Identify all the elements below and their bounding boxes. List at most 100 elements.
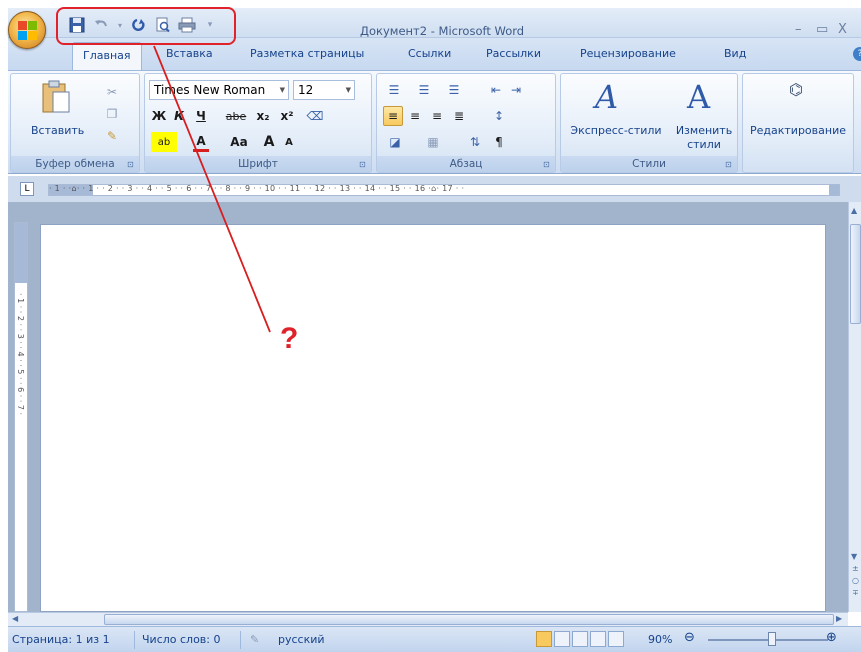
change-styles-button-line2: стили (687, 138, 721, 151)
zoom-slider-handle[interactable] (768, 632, 776, 646)
tab-page-layout[interactable]: Разметка страницы (250, 47, 364, 60)
zoom-out-icon[interactable]: ⊖ (684, 630, 695, 645)
tab-review[interactable]: Рецензирование (580, 47, 676, 60)
word-count[interactable]: Число слов: 0 (142, 633, 221, 646)
italic-button[interactable]: К (171, 106, 187, 126)
view-buttons (536, 631, 624, 647)
align-right-icon[interactable]: ≡ (427, 106, 447, 126)
tab-insert[interactable]: Вставка (166, 47, 213, 60)
scroll-up-icon[interactable]: ▲ (851, 206, 857, 215)
bullets-icon[interactable]: ☰ (383, 80, 405, 100)
group-font: Times New Roman ▼ 12 ▼ Ж К Ч abe x₂ x² ⌫ a… (144, 73, 372, 173)
show-marks-button[interactable]: ¶ (489, 132, 509, 152)
font-color-icon[interactable]: A (193, 132, 209, 152)
zoom-in-icon[interactable]: ⊕ (826, 630, 837, 645)
scroll-left-icon[interactable]: ◀ (12, 614, 18, 623)
dialog-launcher-icon[interactable]: ⊡ (127, 160, 137, 170)
tab-home[interactable]: Главная (72, 42, 142, 70)
paragraph-label: Абзац (377, 156, 555, 172)
quick-styles-button[interactable]: Экспресс-стили (563, 124, 669, 137)
font-size-field[interactable]: 12 ▼ (293, 80, 355, 100)
tab-references[interactable]: Ссылки (408, 47, 451, 60)
window-title: Документ2 - Microsoft Word (360, 24, 525, 38)
zoom-level[interactable]: 90% (648, 633, 672, 646)
office-button[interactable] (8, 11, 46, 49)
browse-object-icon[interactable]: ○ (852, 576, 859, 585)
horizontal-scrollbar[interactable]: ◀ ▶ (8, 612, 848, 626)
horizontal-ruler[interactable]: · 1 · ·⌂· · 1 · · 2 · · 3 · · 4 · · 5 · … (48, 184, 840, 196)
scroll-down-icon[interactable]: ▼ (851, 552, 857, 561)
justify-icon[interactable]: ≣ (449, 106, 469, 126)
clear-formatting-icon[interactable]: ⌫ (305, 106, 325, 126)
dialog-launcher-icon[interactable]: ⊡ (543, 160, 553, 170)
align-center-icon[interactable]: ≡ (405, 106, 425, 126)
decrease-indent-icon[interactable]: ⇤ (487, 80, 505, 100)
increase-indent-icon[interactable]: ⇥ (507, 80, 525, 100)
numbering-icon[interactable]: ☰ (413, 80, 435, 100)
tab-mailings[interactable]: Рассылки (486, 47, 541, 60)
highlight-icon[interactable]: ab (151, 132, 177, 152)
vertical-ruler-numbers: · 1 · · 2 · · 3 · · 4 · · 5 · · 6 · · 7 … (16, 293, 25, 416)
shrink-font-button[interactable]: A (281, 132, 297, 152)
grow-font-button[interactable]: A (261, 132, 277, 152)
previous-page-icon[interactable]: ± (852, 564, 859, 573)
print-layout-icon[interactable] (536, 631, 552, 647)
change-styles-button[interactable]: Изменить (671, 124, 737, 137)
borders-icon[interactable]: ▦ (421, 132, 445, 152)
outline-icon[interactable] (590, 631, 606, 647)
close-button[interactable]: X (838, 22, 847, 37)
multilevel-list-icon[interactable]: ☰ (443, 80, 465, 100)
change-styles-icon[interactable]: A (687, 78, 710, 116)
vertical-scrollbar[interactable]: ▲ ▼ ± ○ ∓ (848, 202, 861, 612)
office-logo-icon (18, 21, 38, 41)
strikethrough-button[interactable]: abe (223, 106, 249, 126)
draft-icon[interactable] (608, 631, 624, 647)
group-paragraph: ☰ ☰ ☰ ⇤ ⇥ ≡ ≡ ≡ ≣ ↕ ◪ ▦ ⇅ ¶ Абзац ⊡ (376, 73, 556, 173)
next-page-icon[interactable]: ∓ (852, 588, 859, 597)
cut-icon[interactable]: ✂ (103, 82, 121, 102)
line-spacing-icon[interactable]: ↕ (487, 106, 511, 126)
full-screen-reading-icon[interactable] (554, 631, 570, 647)
quick-styles-icon[interactable]: A (595, 78, 618, 116)
dialog-launcher-icon[interactable]: ⊡ (725, 160, 735, 170)
styles-label: Стили (561, 156, 737, 172)
paste-icon[interactable] (41, 80, 71, 114)
document-page[interactable] (40, 224, 826, 612)
annotation-question-mark: ? (280, 322, 299, 355)
paste-button[interactable]: Вставить (31, 124, 84, 137)
binoculars-icon[interactable]: ⌬ (789, 80, 803, 99)
minimize-button[interactable]: – (795, 22, 802, 37)
horizontal-scroll-thumb[interactable] (104, 614, 834, 625)
restore-button[interactable]: ▭ (816, 22, 828, 37)
shading-icon[interactable]: ◪ (383, 132, 407, 152)
change-case-button[interactable]: Aa (227, 132, 251, 152)
group-styles: A A Экспресс-стили Изменить стили Стили … (560, 73, 738, 173)
status-bar: Страница: 1 из 1 Число слов: 0 ✎ русский… (8, 626, 861, 652)
group-editing: ⌬ Редактирование (742, 73, 854, 173)
web-layout-icon[interactable] (572, 631, 588, 647)
tab-selector-button[interactable]: L (20, 182, 34, 196)
tab-view[interactable]: Вид (724, 47, 746, 60)
bold-button[interactable]: Ж (151, 106, 167, 126)
superscript-button[interactable]: x² (277, 106, 297, 126)
font-name-field[interactable]: Times New Roman ▼ (149, 80, 289, 100)
help-icon[interactable]: ? (853, 47, 861, 61)
ribbon: Вставить ✂ ❐ ✎ Буфер обмена ⊡ Times New … (8, 70, 861, 174)
font-label: Шрифт (145, 156, 371, 172)
vertical-ruler[interactable]: · 1 · · 2 · · 3 · · 4 · · 5 · · 6 · · 7 … (14, 222, 28, 612)
page-indicator[interactable]: Страница: 1 из 1 (12, 633, 110, 646)
underline-button[interactable]: Ч (193, 106, 209, 126)
qat-highlight-frame (56, 7, 236, 45)
language-indicator[interactable]: русский (278, 633, 325, 646)
format-painter-icon[interactable]: ✎ (103, 126, 121, 146)
align-left-icon[interactable]: ≡ (383, 106, 403, 126)
dialog-launcher-icon[interactable]: ⊡ (359, 160, 369, 170)
proofing-icon[interactable]: ✎ (250, 633, 259, 646)
clipboard-label: Буфер обмена (11, 156, 139, 172)
vertical-scroll-thumb[interactable] (850, 224, 861, 324)
scroll-right-icon[interactable]: ▶ (836, 614, 842, 623)
copy-icon[interactable]: ❐ (103, 104, 121, 124)
editing-button[interactable]: Редактирование (743, 124, 853, 137)
sort-icon[interactable]: ⇅ (465, 132, 485, 152)
subscript-button[interactable]: x₂ (253, 106, 273, 126)
